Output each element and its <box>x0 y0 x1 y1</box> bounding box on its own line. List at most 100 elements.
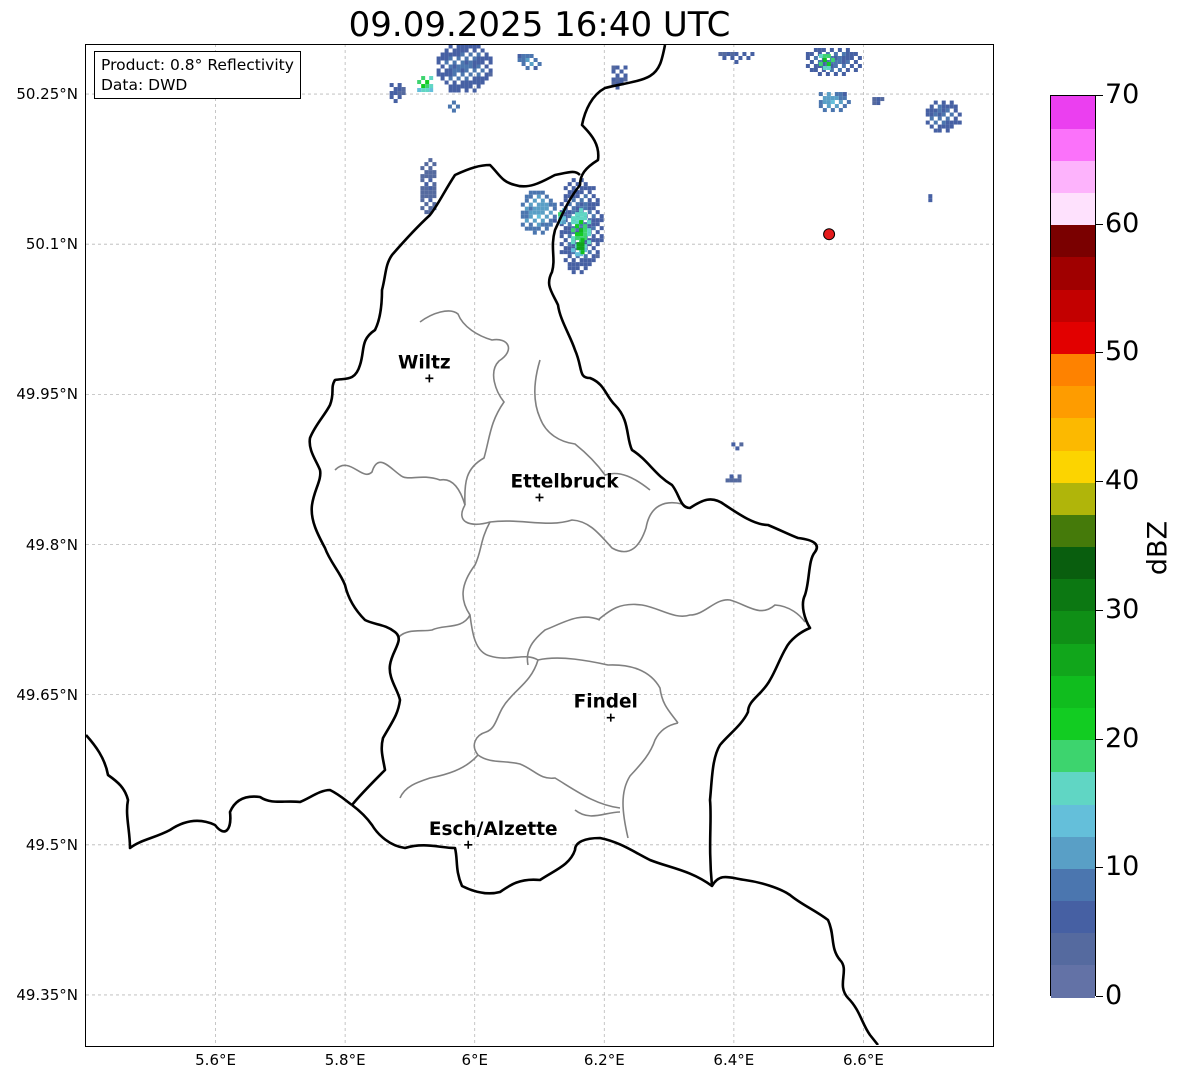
lon-tick-label: 5.8°E <box>324 1051 366 1069</box>
echo-pixel <box>448 56 453 61</box>
echo-pixel <box>464 88 469 93</box>
echo-pixel <box>925 108 930 113</box>
echo-pixel <box>524 214 529 219</box>
echo-pixel <box>579 190 584 195</box>
lon-tick-label: 6.6°E <box>843 1051 884 1069</box>
city-wiltz[interactable]: Wiltz <box>398 352 451 383</box>
echo-pixel <box>464 56 469 61</box>
echo-pixel <box>599 226 604 231</box>
colorbar-tick <box>1096 95 1103 96</box>
echo-pixel <box>599 214 604 219</box>
echo-pixel <box>817 48 822 52</box>
lon-tick-label: 6.4°E <box>713 1051 755 1069</box>
echo-pixel <box>420 194 425 199</box>
echo-pixel <box>536 210 541 215</box>
colorbar-segment <box>1051 449 1095 483</box>
echo-pixel <box>933 128 938 133</box>
echo-pixel <box>476 72 481 77</box>
echo-pixel <box>949 124 954 129</box>
echo-pixel <box>571 220 576 225</box>
echo-pixel <box>464 76 469 81</box>
echo-pixel <box>528 210 533 215</box>
echo-pixel <box>822 54 827 59</box>
radar-site-marker[interactable] <box>823 228 836 241</box>
echo-pixel <box>448 76 453 81</box>
echo-pixel <box>853 60 858 64</box>
colorbar-tick <box>1096 481 1103 483</box>
colorbar-tick <box>1096 352 1103 354</box>
echo-pixel <box>591 254 596 259</box>
echo-pixel <box>397 87 402 92</box>
echo-pixel <box>587 210 592 215</box>
echo-pixel <box>476 52 481 57</box>
echo-pixel <box>540 210 545 215</box>
echo-cell <box>818 92 851 113</box>
echo-pixel <box>440 52 445 57</box>
echo-pixel <box>595 202 600 207</box>
echo-pixel <box>544 214 549 219</box>
echo-pixel <box>455 104 460 109</box>
echo-pixel <box>842 92 847 97</box>
echo-pixel <box>591 238 596 243</box>
echo-pixel <box>544 206 549 211</box>
radar-map[interactable]: Wiltz Ettelbruck Findel Esch/Alzette <box>86 44 993 1045</box>
colorbar-segment <box>1051 256 1095 290</box>
city-esch-alzette[interactable]: Esch/Alzette <box>429 819 558 849</box>
echo-pixel <box>425 80 430 85</box>
echo-pixel <box>822 66 827 71</box>
echo-pixel <box>833 52 838 56</box>
echo-pixel <box>425 84 430 89</box>
map-canvas[interactable]: Wiltz Ettelbruck Findel Esch/Alzette <box>86 44 993 1045</box>
echo-pixel <box>476 56 481 61</box>
echo-pixel <box>484 72 489 77</box>
echo-cell <box>436 44 493 93</box>
echo-pixel <box>822 96 827 101</box>
colorbar-segment <box>1051 514 1095 548</box>
echo-pixel <box>933 100 938 105</box>
city-marker-icon <box>606 713 615 722</box>
echo-pixel <box>525 54 530 59</box>
city-findel[interactable]: Findel <box>574 692 638 722</box>
echo-pixel <box>579 258 584 263</box>
echo-pixel <box>476 80 481 85</box>
colorbar-tick <box>1096 738 1103 740</box>
echo-pixel <box>452 84 457 89</box>
echo-pixel <box>571 206 576 211</box>
echo-pixel <box>821 48 826 52</box>
echo-pixel <box>623 73 628 78</box>
city-marker-icon <box>535 493 544 502</box>
echo-pixel <box>805 52 810 56</box>
echo-pixel <box>929 104 934 109</box>
echo-pixel <box>436 56 441 61</box>
echo-pixel <box>818 92 823 97</box>
echo-pixel <box>548 210 553 215</box>
echo-pixel <box>611 77 616 82</box>
lat-tick-label: 49.5°N <box>25 835 78 854</box>
echo-pixel <box>440 72 445 77</box>
echo-pixel <box>460 64 465 69</box>
echo-pixel <box>822 58 827 63</box>
echo-pixel <box>428 186 433 191</box>
echo-pixel <box>941 108 946 113</box>
echo-pixel <box>957 112 962 117</box>
echo-pixel <box>464 60 469 65</box>
echo-pixel <box>452 68 457 73</box>
echo-pixel <box>595 222 600 227</box>
echo-pixel <box>583 224 588 229</box>
echo-cell <box>447 100 460 113</box>
echo-pixel <box>579 232 584 237</box>
echo-pixel <box>623 77 628 82</box>
echo-pixel <box>452 72 457 77</box>
colorbar-tick <box>1096 223 1103 225</box>
canton-borders <box>334 310 806 839</box>
echo-pixel <box>444 56 449 61</box>
echo-pixel <box>571 228 576 233</box>
echo-pixel <box>429 88 434 93</box>
city-ettelbruck[interactable]: Ettelbruck <box>510 471 619 502</box>
echo-pixel <box>805 56 810 60</box>
echo-pixel <box>532 218 537 223</box>
echo-pixel <box>567 254 572 259</box>
echo-pixel <box>456 52 461 57</box>
colorbar-segment <box>1051 578 1095 612</box>
colorbar-segment <box>1051 482 1095 515</box>
